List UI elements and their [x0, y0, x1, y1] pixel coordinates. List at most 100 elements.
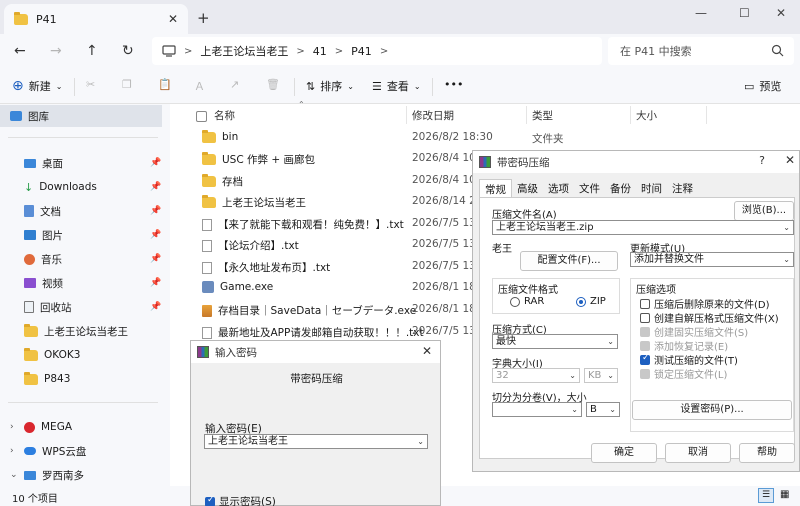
tab-files[interactable]: 文件: [574, 179, 605, 199]
sidebar-item-mega[interactable]: › MEGA: [10, 416, 72, 438]
paste-icon[interactable]: 📋: [158, 78, 172, 91]
sidebar-item-folder-1[interactable]: 上老王论坛当老王: [24, 320, 128, 342]
sidebar-item-downloads[interactable]: ↓ Downloads 📌: [24, 176, 161, 198]
sidebar-item-wps[interactable]: › WPS云盘: [10, 440, 86, 462]
chevron-down-icon[interactable]: ⌄: [783, 221, 790, 234]
preview-button[interactable]: ▭ 预览: [744, 78, 781, 94]
checkbox-box[interactable]: [640, 298, 650, 309]
close-window-icon[interactable]: ✕: [776, 6, 786, 20]
sidebar-item-videos[interactable]: 视频 📌: [24, 272, 161, 294]
search-input[interactable]: 在 P41 中搜索: [608, 37, 794, 65]
maximize-icon[interactable]: ☐: [739, 6, 750, 20]
select-all-checkbox[interactable]: [196, 111, 207, 122]
column-header-name[interactable]: 名称: [214, 108, 235, 123]
chevron-down-icon[interactable]: ⌄: [609, 403, 616, 416]
show-password-checkbox[interactable]: 显示密码(S): [205, 494, 276, 506]
cancel-button[interactable]: 取消: [665, 443, 731, 463]
column-divider[interactable]: [630, 106, 631, 124]
pin-icon[interactable]: 📌: [150, 158, 161, 168]
chevron-right-icon[interactable]: ›: [10, 422, 18, 432]
column-header-type[interactable]: 类型: [532, 108, 553, 123]
refresh-icon[interactable]: ↻: [122, 43, 134, 59]
sidebar-item-music[interactable]: 音乐 📌: [24, 248, 161, 270]
pin-icon[interactable]: 📌: [150, 254, 161, 264]
column-header-date[interactable]: 修改日期: [412, 108, 454, 123]
cut-icon[interactable]: ✂: [86, 78, 95, 91]
sidebar-item-luoxi[interactable]: ⌄ 罗西南多: [10, 464, 84, 486]
help-button[interactable]: 帮助: [739, 443, 795, 463]
sidebar-item-pictures[interactable]: 图片 📌: [24, 224, 161, 246]
update-mode-select[interactable]: 添加并替换文件 ⌄: [630, 252, 794, 267]
tab-comment[interactable]: 注释: [667, 179, 698, 199]
sort-button[interactable]: ⇅ 排序 ⌄: [306, 78, 354, 94]
details-view-icon[interactable]: ☰: [758, 488, 774, 503]
sfx-checkbox[interactable]: 创建自解压格式压缩文件(X): [640, 310, 779, 325]
help-icon[interactable]: ?: [759, 154, 765, 167]
new-button[interactable]: ⊕ 新建 ⌄: [12, 78, 62, 94]
sidebar-item-folder-3[interactable]: P843: [24, 368, 70, 390]
copy-icon[interactable]: ❐: [122, 78, 132, 91]
split-unit-select[interactable]: B ⌄: [586, 402, 620, 417]
pin-icon[interactable]: 📌: [150, 230, 161, 240]
test-files-checkbox[interactable]: 测试压缩的文件(T): [640, 352, 738, 367]
minimize-icon[interactable]: —: [695, 6, 707, 20]
radio-circle[interactable]: [576, 296, 586, 307]
format-rar-radio[interactable]: RAR: [510, 296, 544, 307]
breadcrumb-item-2[interactable]: 41: [313, 45, 327, 58]
format-zip-radio[interactable]: ZIP: [576, 296, 606, 307]
column-divider[interactable]: [526, 106, 527, 124]
chevron-down-icon[interactable]: ⌄: [783, 253, 790, 266]
file-row[interactable]: bin 2026/8/2 18:30 文件夹: [170, 127, 800, 149]
close-icon[interactable]: ✕: [422, 344, 432, 358]
sidebar-item-gallery[interactable]: 图库: [0, 105, 162, 127]
more-options-icon[interactable]: •••: [444, 78, 463, 91]
pin-icon[interactable]: 📌: [150, 182, 161, 192]
tab-general[interactable]: 常规: [479, 179, 512, 199]
column-divider[interactable]: [706, 106, 707, 124]
close-icon[interactable]: ✕: [785, 153, 795, 167]
password-input[interactable]: 上老王论坛当老王 ⌄: [204, 434, 428, 449]
sidebar-item-folder-2[interactable]: OKOK3: [24, 344, 80, 366]
breadcrumb-item-1[interactable]: 上老王论坛当老王: [200, 43, 288, 59]
rename-icon[interactable]: Ａ: [194, 78, 205, 94]
breadcrumb[interactable]: > 上老王论坛当老王 > 41 > P41 >: [152, 37, 602, 65]
chevron-down-icon[interactable]: ⌄: [417, 435, 424, 448]
share-icon[interactable]: ↗: [230, 78, 239, 91]
sidebar-item-recycle-bin[interactable]: 回收站 📌: [24, 296, 161, 318]
delete-after-checkbox[interactable]: 压缩后删除原来的文件(D): [640, 296, 770, 311]
view-button[interactable]: ☰ 查看 ⌄: [372, 78, 421, 94]
method-select[interactable]: 最快 ⌄: [492, 334, 618, 349]
profiles-button[interactable]: 配置文件(F)...: [520, 251, 618, 271]
checkbox-box[interactable]: [205, 495, 215, 506]
checkbox-box[interactable]: [640, 353, 650, 365]
new-tab-button[interactable]: +: [197, 9, 210, 27]
tab-advanced[interactable]: 高级: [512, 179, 543, 199]
up-icon[interactable]: ↑: [86, 43, 98, 59]
tab-options[interactable]: 选项: [543, 179, 574, 199]
tab-p41[interactable]: P41 ✕: [4, 4, 188, 34]
back-icon[interactable]: ←: [14, 43, 26, 59]
pin-icon[interactable]: 📌: [150, 302, 161, 312]
column-divider[interactable]: [406, 106, 407, 124]
tab-time[interactable]: 时间: [636, 179, 667, 199]
column-header-size[interactable]: 大小: [636, 108, 657, 123]
delete-icon[interactable]: 🗑: [266, 78, 280, 91]
sidebar-item-desktop[interactable]: 桌面 📌: [24, 152, 161, 174]
tiles-view-icon[interactable]: ▦: [780, 489, 789, 500]
archive-name-input[interactable]: 上老王论坛当老王.zip ⌄: [492, 220, 794, 235]
chevron-down-icon[interactable]: ⌄: [607, 335, 614, 348]
breadcrumb-item-3[interactable]: P41: [351, 45, 372, 58]
chevron-down-icon[interactable]: ⌄: [10, 470, 18, 480]
forward-icon[interactable]: →: [50, 43, 62, 59]
chevron-down-icon[interactable]: ⌄: [571, 403, 578, 416]
split-size-input[interactable]: ⌄: [492, 402, 582, 417]
sidebar-item-documents[interactable]: 文档 📌: [24, 200, 161, 222]
tab-close-icon[interactable]: ✕: [168, 12, 178, 26]
set-password-button[interactable]: 设置密码(P)...: [632, 400, 792, 420]
chevron-right-icon[interactable]: ›: [10, 446, 18, 456]
pin-icon[interactable]: 📌: [150, 278, 161, 288]
radio-circle[interactable]: [510, 296, 520, 307]
checkbox-box[interactable]: [640, 312, 650, 323]
pin-icon[interactable]: 📌: [150, 206, 161, 216]
browse-button[interactable]: 浏览(B)...: [734, 201, 794, 221]
